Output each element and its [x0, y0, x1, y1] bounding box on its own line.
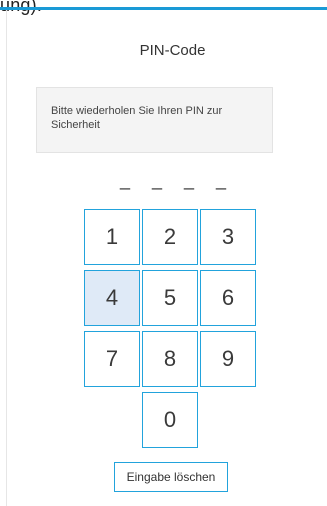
pin-digit-placeholder: _ — [151, 170, 162, 190]
keypad-key-0[interactable]: 0 — [142, 392, 198, 448]
keypad-key-1[interactable]: 1 — [84, 209, 140, 265]
instruction-text: Bitte wiederholen Sie Ihren PIN zur Sich… — [51, 105, 223, 131]
keypad-key-2[interactable]: 2 — [142, 209, 198, 265]
keypad-key-8[interactable]: 8 — [142, 331, 198, 387]
keypad-key-6[interactable]: 6 — [200, 270, 256, 326]
keypad-key-9[interactable]: 9 — [200, 331, 256, 387]
pin-digit-placeholder: _ — [119, 170, 130, 190]
keypad-key-7[interactable]: 7 — [84, 331, 140, 387]
keypad-key-3[interactable]: 3 — [200, 209, 256, 265]
instruction-box: Bitte wiederholen Sie Ihren PIN zur Sich… — [36, 87, 273, 153]
clear-input-button[interactable]: Eingabe löschen — [114, 462, 228, 492]
left-divider — [6, 10, 7, 506]
pin-placeholder-row: _ _ _ _ — [118, 171, 228, 191]
pin-digit-placeholder: _ — [215, 170, 226, 190]
top-accent-bar — [0, 7, 327, 10]
pin-entry-screen: ung). PIN-Code Bitte wiederholen Sie Ihr… — [0, 0, 327, 506]
keypad-key-4[interactable]: 4 — [84, 270, 140, 326]
keypad-key-5[interactable]: 5 — [142, 270, 198, 326]
page-title: PIN-Code — [139, 42, 206, 59]
pin-digit-placeholder: _ — [183, 170, 194, 190]
